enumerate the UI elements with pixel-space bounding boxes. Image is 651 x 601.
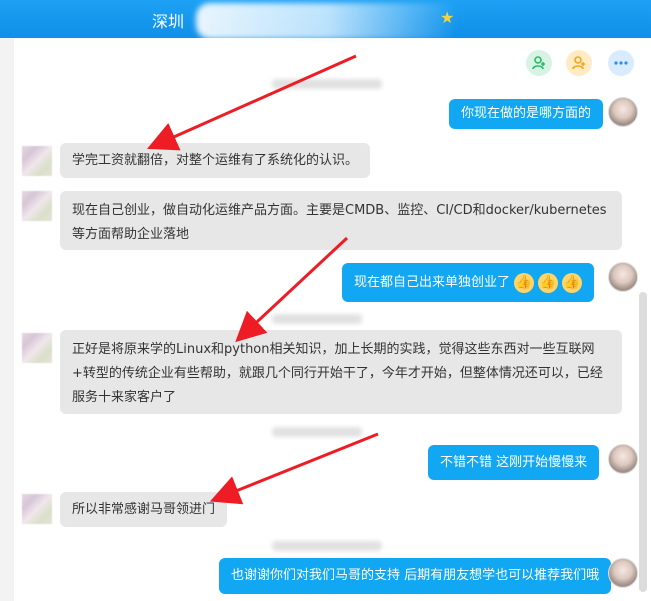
thumbs-up-icon: 👍 [514, 272, 535, 293]
message-bubble-right[interactable]: 现在都自己出来单独创业了 👍 👍 👍 [342, 263, 595, 302]
chat-title: 深圳 [152, 12, 185, 31]
message-text: 现在自己创业，做自动化运维产品方面。主要是CMDB、监控、CI/CD和docke… [72, 203, 607, 242]
timestamp [272, 79, 382, 89]
more-button[interactable] [608, 50, 634, 76]
avatar[interactable] [22, 333, 52, 363]
avatar[interactable] [608, 262, 638, 292]
message-bubble-left[interactable]: 正好是将原来学的Linux和python相关知识，加上长期的实践，觉得这些东西对… [60, 330, 622, 414]
timestamp [272, 427, 362, 437]
message-bubble-right[interactable]: 也谢谢你们对我们马哥的支持 后期有朋友想学也可以推荐我们哦 [219, 558, 612, 594]
add-person-icon [532, 56, 545, 70]
message-bubble-left[interactable]: 学完工资就翻倍，对整个运维有了系统化的认识。 [60, 143, 371, 178]
timestamp [272, 314, 362, 324]
redacted-name [196, 3, 458, 39]
left-panel-edge [0, 38, 14, 601]
message-text: 学完工资就翻倍，对整个运维有了系统化的认识。 [72, 152, 359, 168]
message-bubble-right[interactable]: 你现在做的是哪方面的 [449, 99, 604, 129]
avatar[interactable] [608, 97, 638, 127]
avatar[interactable] [22, 146, 52, 176]
thumbs-up-icon: 👍 [538, 272, 559, 293]
message-bubble-left[interactable]: 所以非常感谢马哥领进门 [60, 492, 228, 527]
title-bar: 深圳 ★ [0, 0, 651, 39]
thumbs-up-icon: 👍 [562, 272, 583, 293]
avatar[interactable] [22, 191, 52, 221]
avatar[interactable] [608, 558, 638, 588]
message-bubble-left[interactable]: 现在自己创业，做自动化运维产品方面。主要是CMDB、监控、CI/CD和docke… [60, 191, 622, 250]
message-text: 正好是将原来学的Linux和python相关知识，加上长期的实践，觉得这些东西对… [72, 342, 603, 405]
star-icon[interactable]: ★ [440, 8, 454, 27]
group-icon [572, 56, 585, 70]
arrow-3 [209, 432, 379, 505]
message-text: 你现在做的是哪方面的 [461, 106, 592, 121]
timestamp [272, 541, 382, 551]
message-text: 现在都自己出来单独创业了 [354, 274, 511, 290]
avatar[interactable] [608, 444, 638, 474]
message-text: 所以非常感谢马哥领进门 [72, 501, 216, 517]
more-icon [614, 61, 628, 65]
group-button[interactable] [566, 50, 592, 76]
arrow-1 [147, 54, 357, 151]
add-friend-button[interactable] [526, 50, 552, 76]
message-bubble-right[interactable]: 不错不错 这刚开始慢慢来 [428, 445, 600, 480]
avatar[interactable] [22, 494, 52, 524]
message-text: 不错不错 这刚开始慢慢来 [440, 454, 588, 470]
scrollbar[interactable] [639, 292, 647, 592]
message-text: 也谢谢你们对我们马哥的支持 后期有朋友想学也可以推荐我们哦 [231, 568, 600, 583]
